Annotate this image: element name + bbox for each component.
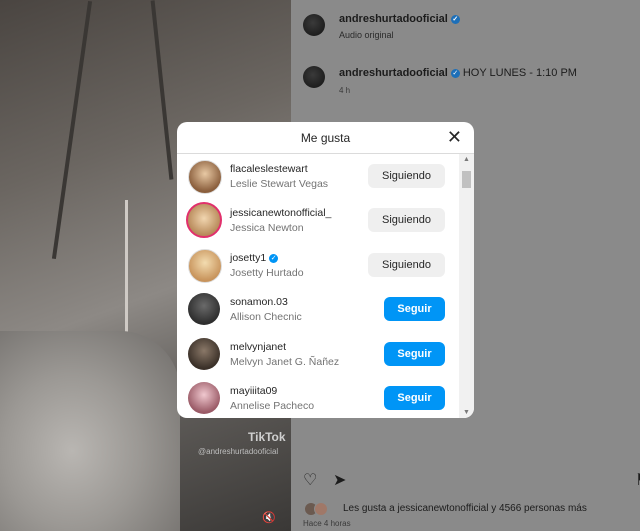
list-item: mayiiita09 Annelise Pacheco Seguir [177, 376, 459, 418]
dialog-header: Me gusta ✕ [177, 122, 474, 154]
tiktok-watermark: TikTok [248, 430, 286, 444]
comment-time: 4 h [339, 86, 351, 95]
username[interactable]: josetty1 [230, 252, 266, 264]
follow-button[interactable]: Seguir [384, 342, 445, 366]
avatar[interactable] [188, 293, 220, 325]
audio-label[interactable]: Audio original [339, 30, 394, 40]
comment-line: andreshurtadooficial ✓ HOY LUNES - 1:10 P… [339, 67, 577, 79]
scroll-up-icon[interactable]: ▲ [463, 156, 470, 163]
username[interactable]: jessicanewtonofficial_ [230, 207, 331, 219]
full-name: Jessica Newton [230, 222, 304, 234]
full-name: Josetty Hurtado [230, 267, 304, 279]
iv-pole [150, 0, 174, 180]
list-item: jessicanewtonofficial_ Jessica Newton Si… [177, 198, 459, 242]
dialog-title: Me gusta [300, 131, 351, 145]
avatar[interactable] [303, 66, 325, 88]
comment-author[interactable]: andreshurtadooficial [339, 67, 448, 79]
list-item: flacaleslestewart Leslie Stewart Vegas S… [177, 154, 459, 198]
scroll-down-icon[interactable]: ▼ [463, 409, 470, 416]
tiktok-handle: @andreshurtadooficial [198, 447, 279, 456]
bed-blanket [0, 331, 180, 531]
send-icon[interactable]: ➤ [333, 470, 346, 490]
follow-button[interactable]: Seguir [384, 297, 445, 321]
avatar[interactable] [188, 160, 222, 194]
list-item: sonamon.03 Allison Checnic Seguir [177, 287, 459, 331]
bookmark-icon[interactable]: ⚑ [635, 470, 640, 490]
verified-icon: ✓ [450, 14, 460, 24]
verified-icon: ✓ [269, 253, 279, 263]
list-item: melvynjanet Melvyn Janet G. Ñañez Seguir [177, 332, 459, 376]
post-time: Hace 4 horas [303, 519, 351, 528]
following-button[interactable]: Siguiendo [368, 164, 445, 188]
following-button[interactable]: Siguiendo [368, 208, 445, 232]
avatar[interactable] [188, 249, 222, 283]
username[interactable]: sonamon.03 [230, 296, 288, 308]
list-item: josetty1 ✓ Josetty Hurtado Siguiendo [177, 243, 459, 287]
likes-dialog: Me gusta ✕ flacaleslestewart Leslie Stew… [177, 122, 474, 418]
full-name: Melvyn Janet G. Ñañez [230, 356, 340, 368]
avatar [314, 502, 328, 516]
avatar[interactable] [188, 382, 220, 414]
scrollbar[interactable]: ▲ ▼ [459, 154, 474, 418]
avatar[interactable] [188, 338, 220, 370]
heart-icon[interactable]: ♡ [303, 470, 317, 490]
full-name: Leslie Stewart Vegas [230, 178, 329, 190]
full-name: Allison Checnic [230, 311, 302, 323]
username-row: josetty1 ✓ [230, 252, 279, 264]
username[interactable]: mayiiita09 [230, 385, 277, 397]
iv-pole [51, 0, 93, 260]
post-author[interactable]: andreshurtadooficial ✓ [339, 13, 460, 25]
verified-icon: ✓ [450, 68, 460, 78]
following-button[interactable]: Siguiendo [368, 253, 445, 277]
follow-button[interactable]: Seguir [384, 386, 445, 410]
comment-text: HOY LUNES - 1:10 PM [462, 67, 577, 79]
avatar[interactable] [303, 14, 325, 36]
speaker-muted-icon[interactable]: 🔇 [262, 511, 276, 524]
scroll-thumb[interactable] [462, 171, 471, 188]
avatar[interactable] [186, 202, 222, 238]
username[interactable]: melvynjanet [230, 341, 286, 353]
likes-list: flacaleslestewart Leslie Stewart Vegas S… [177, 154, 459, 418]
username[interactable]: flacaleslestewart [230, 163, 308, 175]
likes-summary[interactable]: Les gusta a jessicanewtonofficial y 4566… [343, 503, 587, 514]
close-icon[interactable]: ✕ [447, 127, 462, 148]
full-name: Annelise Pacheco [230, 400, 315, 412]
